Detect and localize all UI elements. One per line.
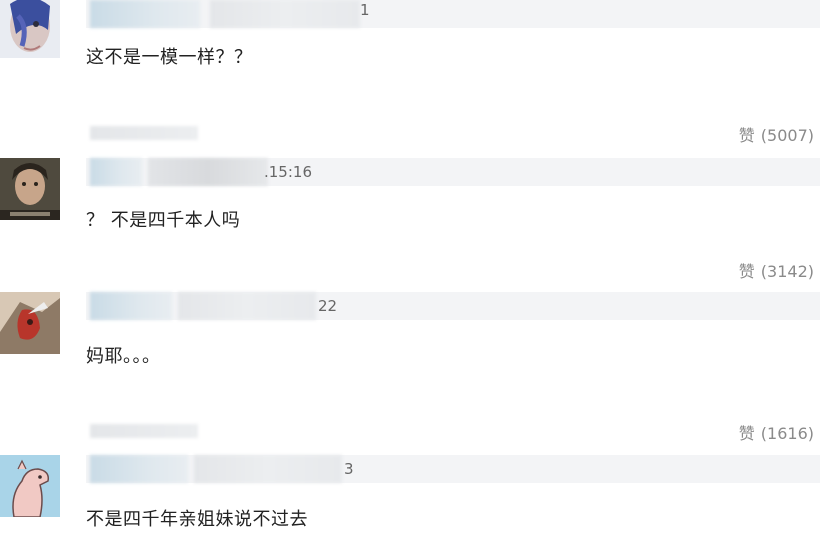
timestamp: 22 — [318, 297, 338, 315]
avatar[interactable] — [0, 292, 60, 354]
like-count: (1616) — [760, 424, 814, 443]
blurred-username — [90, 455, 188, 483]
blurred-timestamp — [210, 0, 360, 28]
like-button[interactable]: 赞 (5007) — [739, 126, 814, 146]
avatar[interactable] — [0, 0, 60, 58]
blurred-subtext — [90, 424, 198, 438]
comment-item: 3 不是四千年亲姐妹说不过去 — [0, 455, 820, 537]
avatar[interactable] — [0, 158, 60, 220]
like-count: (5007) — [760, 126, 814, 145]
like-label: 赞 — [738, 262, 755, 281]
comment-text: 这不是一模一样？？ — [86, 47, 253, 68]
comment-item: 22 妈耶。。。 赞 (1616) — [0, 292, 820, 452]
blurred-timestamp — [178, 292, 316, 320]
timestamp: 3 — [344, 460, 354, 478]
comment-text: 不是四千年亲姐妹说不过去 — [86, 509, 308, 530]
like-label: 赞 — [738, 424, 755, 443]
blurred-timestamp — [194, 455, 342, 483]
blurred-username — [90, 292, 172, 320]
like-label: 赞 — [738, 126, 755, 145]
comment-text: ？ 不是四千本人吗 — [86, 210, 241, 231]
blurred-subtext — [90, 126, 198, 140]
comment-item: .15:16 ？ 不是四千本人吗 赞 (3142) — [0, 158, 820, 296]
like-button[interactable]: 赞 (1616) — [739, 424, 814, 444]
like-count: (3142) — [760, 262, 814, 281]
comment-item: 1 这不是一模一样？？ 赞 (5007) — [0, 0, 820, 160]
like-button[interactable]: 赞 (3142) — [739, 262, 814, 282]
comment-text: 妈耶。。。 — [86, 346, 161, 367]
comment-header: 22 — [86, 292, 820, 320]
comment-header: 3 — [86, 455, 820, 483]
timestamp: .15:16 — [264, 163, 312, 181]
blurred-username — [90, 158, 142, 186]
avatar[interactable] — [0, 455, 60, 517]
comment-header: 1 — [86, 0, 820, 28]
blurred-username — [90, 0, 200, 28]
comment-header: .15:16 — [86, 158, 820, 186]
blurred-timestamp — [148, 158, 268, 186]
timestamp: 1 — [360, 1, 370, 19]
